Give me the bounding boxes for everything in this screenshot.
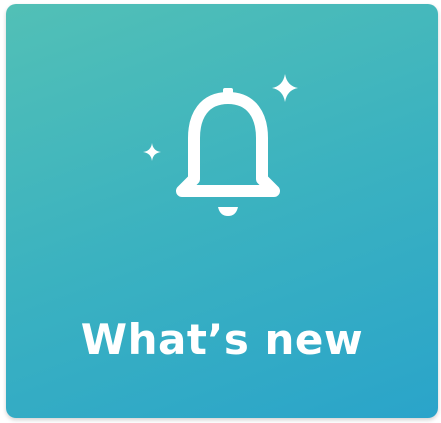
tile-label: What’s new [80, 315, 364, 364]
icon-area [6, 4, 438, 264]
bell-illustration [143, 74, 298, 216]
sparkle-icon [143, 143, 161, 161]
sparkle-icon [272, 74, 298, 102]
whats-new-tile[interactable]: What’s new [6, 4, 438, 418]
bell-icon [176, 88, 280, 216]
